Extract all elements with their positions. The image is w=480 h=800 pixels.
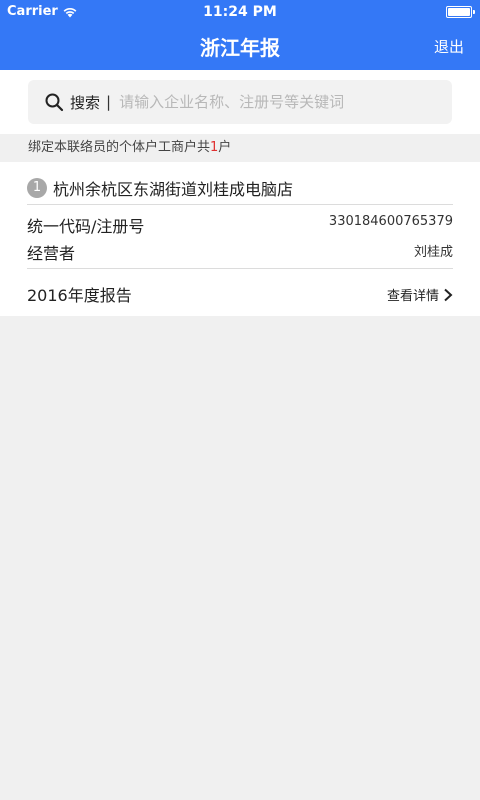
search-icon [45, 93, 64, 112]
divider [27, 268, 453, 269]
view-details-label: 查看详情 [386, 289, 439, 304]
index-badge: 1 [27, 178, 47, 198]
status-bar: Carrier 11:24 PM [0, 0, 480, 24]
business-card: 1 杭州余杭区东湖街道刘桂成电脑店 统一代码/注册号 3301846007653… [0, 162, 480, 316]
business-name: 杭州余杭区东湖街道刘桂成电脑店 [53, 180, 294, 199]
report-label: 2016年度报告 [27, 286, 132, 305]
chevron-right-icon [444, 288, 453, 301]
status-time: 11:24 PM [203, 4, 277, 20]
search-separator: | [106, 93, 112, 111]
operator-label: 经营者 [27, 244, 76, 263]
battery-icon [446, 6, 475, 18]
search-input[interactable] [119, 93, 452, 111]
view-details-link[interactable]: 查看详情 [387, 285, 453, 304]
business-title[interactable]: 1 杭州余杭区东湖街道刘桂成电脑店 [27, 176, 293, 200]
logout-button[interactable]: 退出 [434, 36, 464, 57]
summary-suffix: 户 [218, 140, 232, 155]
app-header: Carrier 11:24 PM 浙江年报 退出 [0, 0, 480, 70]
search-label: 搜索 [70, 93, 101, 112]
search-area: 搜索 | [0, 70, 480, 134]
divider [27, 204, 453, 205]
page-title: 浙江年报 [200, 36, 280, 60]
battery-fill [448, 8, 470, 16]
search-box[interactable]: 搜索 | [28, 80, 452, 124]
annual-report-row[interactable]: 2016年度报告 查看详情 [0, 272, 480, 316]
summary-prefix: 绑定本联络员的个体户工商户共 [28, 140, 211, 155]
binding-summary: 绑定本联络员的个体户工商户共1户 [0, 134, 480, 162]
operator-value: 刘桂成 [413, 245, 453, 260]
code-value: 330184600765379 [328, 214, 453, 229]
code-label: 统一代码/注册号 [27, 217, 145, 236]
